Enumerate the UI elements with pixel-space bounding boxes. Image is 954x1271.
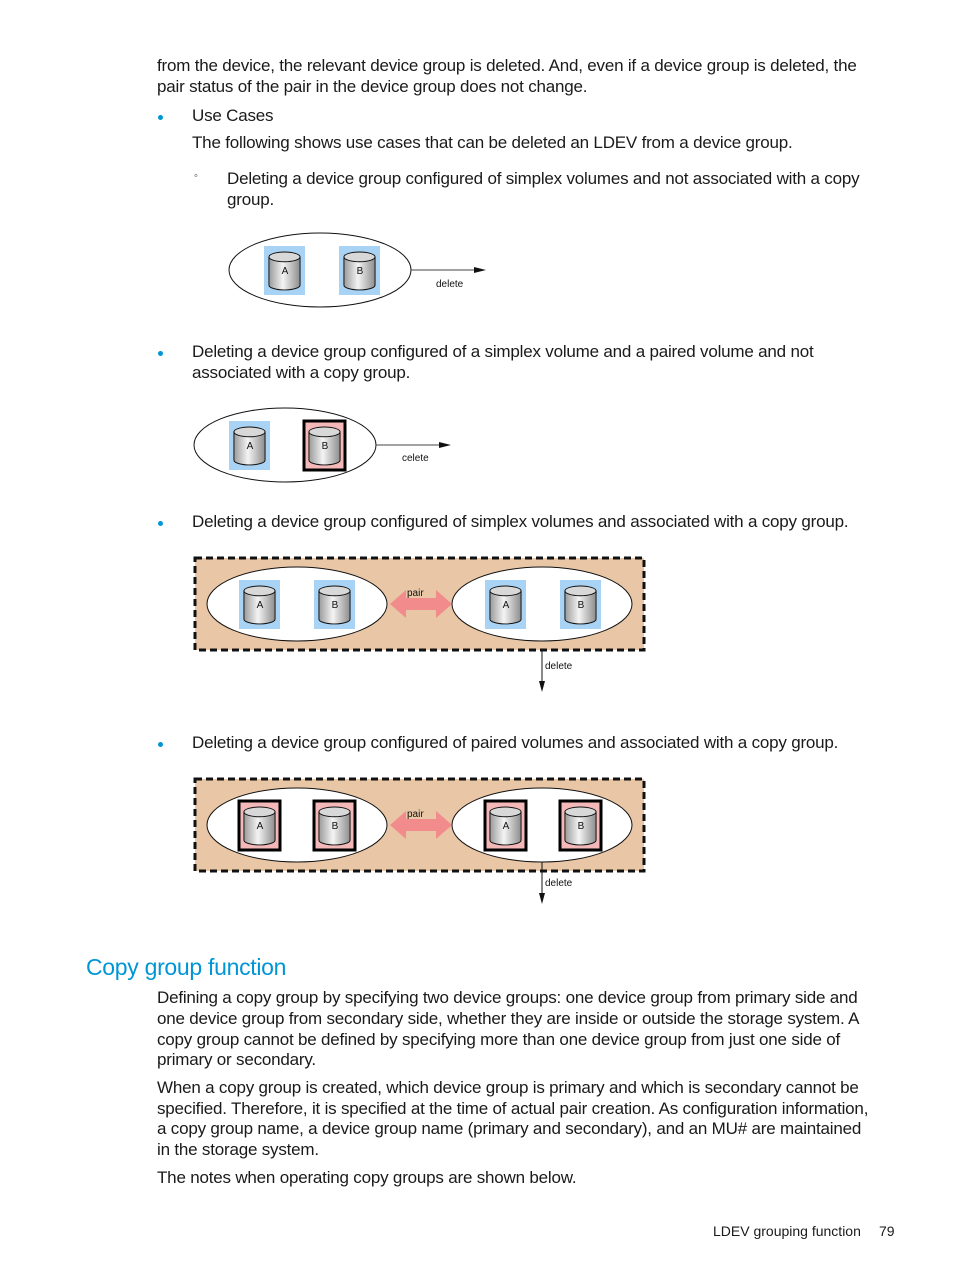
arrow-head-icon (539, 681, 545, 692)
volume-label-b: B (322, 441, 329, 452)
intro-line-2: pair status of the pair in the device gr… (157, 77, 588, 96)
device-group-ellipse-primary (206, 566, 388, 642)
para2-line-4: in the storage system. (157, 1140, 319, 1159)
para3: The notes when operating copy groups are… (157, 1168, 577, 1187)
device-group-ellipse-primary (206, 787, 388, 863)
bullet-icon (158, 351, 163, 356)
volume-label-a: A (247, 441, 254, 452)
use-cases-description: The following shows use cases that can b… (192, 133, 793, 152)
arrow-head-icon (474, 267, 486, 273)
case-4-line-1: Deleting a device group configured of pa… (192, 733, 839, 752)
case-2-line-1: Deleting a device group configured of a … (192, 342, 814, 361)
volume-label-b: B (332, 821, 339, 832)
device-group-ellipse-secondary (451, 566, 633, 642)
diagram-case-1: A B delete (228, 232, 486, 308)
case-1-line-1: Deleting a device group configured of si… (227, 169, 860, 188)
para1-line-4: primary or secondary. (157, 1050, 316, 1069)
case-3-line-1: Deleting a device group configured of si… (192, 512, 849, 531)
diagram-case-4: A B A B pair delete (193, 777, 646, 904)
page-number: 79 (879, 1223, 895, 1239)
volume-label-b: B (578, 821, 585, 832)
para1-line-1: Defining a copy group by specifying two … (157, 988, 858, 1007)
footer-section-title: LDEV grouping function (713, 1223, 861, 1239)
case-1-line-2: group. (227, 190, 275, 209)
delete-label: delete (545, 661, 573, 672)
delete-label: delete (436, 279, 464, 290)
volume-label-a: A (257, 600, 264, 611)
use-cases-label: Use Cases (192, 106, 274, 125)
volume-label-b: B (357, 266, 364, 277)
arrow-head-icon (539, 893, 545, 904)
volume-label-a: A (503, 600, 510, 611)
para1-line-2: one device group from secondary side, wh… (157, 1009, 860, 1028)
bullet-icon (158, 742, 163, 747)
para2-line-2: specified. Therefore, it is specified at… (157, 1099, 869, 1118)
volume-label-a: A (257, 821, 264, 832)
intro-line-1: from the device, the relevant device gro… (157, 56, 857, 75)
volume-label-b: B (578, 600, 585, 611)
volume-label-a: A (282, 266, 289, 277)
para2-line-3: a copy group name, a device group name (… (157, 1119, 862, 1138)
delete-label: celete (402, 453, 429, 464)
delete-label: delete (545, 878, 573, 889)
device-group-ellipse (193, 407, 377, 483)
para2-line-1: When a copy group is created, which devi… (157, 1078, 859, 1097)
bullet-icon (158, 115, 163, 120)
device-group-ellipse-secondary (451, 787, 633, 863)
diagram-case-3: A B A B pair delete (193, 556, 646, 692)
pair-label: pair (407, 809, 424, 820)
para1-line-3: copy group cannot be defined by specifyi… (157, 1030, 841, 1049)
case-2-line-2: associated with a copy group. (192, 363, 411, 382)
device-group-ellipse (228, 232, 412, 308)
volume-label-a: A (503, 821, 510, 832)
circle-bullet-icon: ◦ (194, 170, 198, 182)
pair-label: pair (407, 588, 424, 599)
diagram-case-2: A B celete (193, 407, 451, 483)
arrow-head-icon (439, 442, 451, 448)
volume-label-b: B (332, 600, 339, 611)
bullet-icon (158, 521, 163, 526)
section-heading: Copy group function (86, 954, 287, 980)
